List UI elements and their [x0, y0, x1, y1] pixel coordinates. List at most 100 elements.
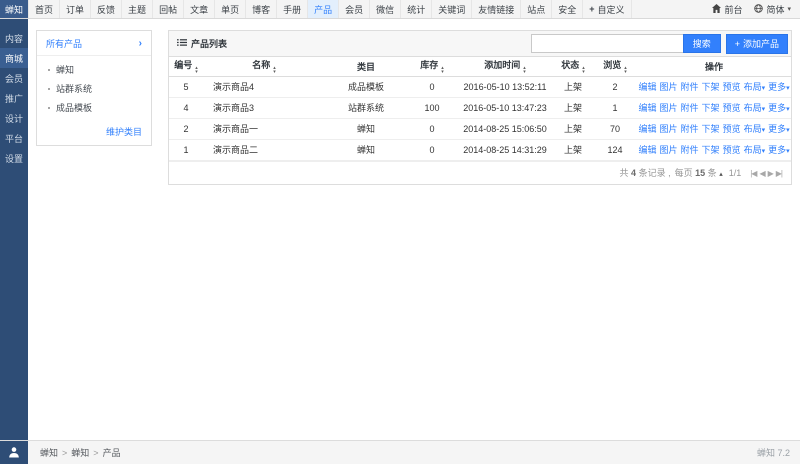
- edit-action-link[interactable]: 编辑: [639, 124, 657, 134]
- product-panel-title-text: 产品列表: [191, 37, 227, 50]
- bottom-bar: 蝉知>蝉知>产品 蝉知 7.2: [0, 440, 800, 464]
- maintain-category-link[interactable]: 维护类目: [106, 127, 142, 137]
- list-icon: [177, 38, 187, 49]
- language-switcher[interactable]: 简体 ▾: [754, 3, 791, 16]
- product-list-panel: 产品列表 搜索 + 添加产品 编号▴▾名称▴▾类目库存▴▾添加时间▴▾状态▴▾浏…: [168, 30, 792, 185]
- top-menu-item-custom[interactable]: +自定义: [583, 0, 631, 18]
- sort-icon: ▴▾: [523, 67, 526, 74]
- breadcrumb-item-2[interactable]: 产品: [103, 446, 121, 459]
- next-page-icon[interactable]: ▶: [768, 169, 773, 178]
- category-panel-header[interactable]: 所有产品 ›: [37, 31, 151, 56]
- breadcrumb-separator: >: [93, 448, 98, 458]
- more-action-link[interactable]: 更多▾: [768, 82, 790, 92]
- offline-action-link[interactable]: 下架: [702, 82, 720, 92]
- column-header-5[interactable]: 状态▴▾: [553, 57, 593, 76]
- file-action-link[interactable]: 附件: [681, 124, 699, 134]
- prev-page-icon[interactable]: ◀: [759, 169, 764, 178]
- front-site-link[interactable]: 前台: [712, 3, 742, 16]
- caret-down-icon: ▾: [786, 106, 790, 113]
- sidebar-item-3[interactable]: 推广: [0, 88, 28, 108]
- layout-action-link[interactable]: 布局▾: [744, 124, 766, 134]
- cell-0: 1: [169, 139, 203, 160]
- top-menu-item-0[interactable]: 首页: [28, 0, 60, 18]
- more-action-link[interactable]: 更多▾: [768, 124, 790, 134]
- sidebar-item-0[interactable]: 内容: [0, 28, 28, 48]
- topnav-right: 前台 简体 ▾: [712, 0, 800, 18]
- cell-1: 演示商品4: [203, 76, 325, 97]
- sidebar-item-5[interactable]: 平台: [0, 128, 28, 148]
- image-action-link[interactable]: 图片: [660, 145, 678, 155]
- file-action-link[interactable]: 附件: [681, 82, 699, 92]
- edit-action-link[interactable]: 编辑: [639, 103, 657, 113]
- image-action-link[interactable]: 图片: [660, 124, 678, 134]
- add-product-button[interactable]: + 添加产品: [726, 34, 788, 54]
- cell-5: 上架: [553, 118, 593, 139]
- top-menu-item-8[interactable]: 手册: [277, 0, 308, 18]
- layout-action-link[interactable]: 布局▾: [744, 103, 766, 113]
- column-header-3[interactable]: 库存▴▾: [407, 57, 457, 76]
- more-action-link[interactable]: 更多▾: [768, 145, 790, 155]
- top-menu-item-5[interactable]: 文章: [184, 0, 215, 18]
- caret-down-icon: ▾: [786, 127, 790, 134]
- sidebar-item-2[interactable]: 会员: [0, 68, 28, 88]
- top-menu-item-15[interactable]: 站点: [521, 0, 552, 18]
- sidebar-item-1[interactable]: 商城: [0, 48, 28, 68]
- top-menu-item-2[interactable]: 反馈: [91, 0, 122, 18]
- column-header-0[interactable]: 编号▴▾: [169, 57, 203, 76]
- top-menu-item-16[interactable]: 安全: [552, 0, 583, 18]
- preview-action-link[interactable]: 预览: [723, 124, 741, 134]
- layout-action-link[interactable]: 布局▾: [744, 82, 766, 92]
- column-header-4[interactable]: 添加时间▴▾: [457, 57, 553, 76]
- category-item-0[interactable]: 蝉知: [37, 60, 151, 79]
- sidebar-item-6[interactable]: 设置: [0, 148, 28, 168]
- offline-action-link[interactable]: 下架: [702, 145, 720, 155]
- more-action-link[interactable]: 更多▾: [768, 103, 790, 113]
- edit-action-link[interactable]: 编辑: [639, 145, 657, 155]
- image-action-link[interactable]: 图片: [660, 103, 678, 113]
- column-header-1[interactable]: 名称▴▾: [203, 57, 325, 76]
- search-input[interactable]: [531, 34, 683, 53]
- breadcrumb-item-0[interactable]: 蝉知: [40, 446, 58, 459]
- image-action-link[interactable]: 图片: [660, 82, 678, 92]
- cell-0: 4: [169, 97, 203, 118]
- search-button[interactable]: 搜索: [683, 34, 721, 53]
- cell-1: 演示商品3: [203, 97, 325, 118]
- per-page-dropdown[interactable]: 每页 15 条 ▴: [675, 166, 723, 179]
- top-menu-item-11[interactable]: 微信: [370, 0, 401, 18]
- top-menu-item-12[interactable]: 统计: [401, 0, 432, 18]
- column-header-6[interactable]: 浏览▴▾: [593, 57, 637, 76]
- first-page-icon[interactable]: |◀: [750, 169, 756, 178]
- preview-action-link[interactable]: 预览: [723, 103, 741, 113]
- preview-action-link[interactable]: 预览: [723, 82, 741, 92]
- top-menu-item-7[interactable]: 博客: [246, 0, 277, 18]
- offline-action-link[interactable]: 下架: [702, 103, 720, 113]
- top-menu-item-6[interactable]: 单页: [215, 0, 246, 18]
- breadcrumb-item-1[interactable]: 蝉知: [71, 446, 89, 459]
- layout-action-link[interactable]: 布局▾: [744, 145, 766, 155]
- edit-action-link[interactable]: 编辑: [639, 82, 657, 92]
- top-menu-item-4[interactable]: 回帖: [153, 0, 184, 18]
- top-menu-item-9[interactable]: 产品: [308, 0, 339, 18]
- top-menu-item-10[interactable]: 会员: [339, 0, 370, 18]
- sort-down-icon: ▾: [523, 71, 526, 75]
- category-item-1[interactable]: 站群系统: [37, 79, 151, 98]
- category-item-2[interactable]: 成品模板: [37, 98, 151, 117]
- page-indicator: 1/1: [729, 168, 742, 178]
- category-item-label: 蝉知: [56, 63, 74, 76]
- top-menu-item-1[interactable]: 订单: [60, 0, 91, 18]
- file-action-link[interactable]: 附件: [681, 145, 699, 155]
- top-menu-item-14[interactable]: 友情链接: [472, 0, 521, 18]
- user-avatar[interactable]: [0, 441, 28, 464]
- language-label: 简体: [766, 3, 784, 16]
- cell-2: 成品模板: [325, 76, 407, 97]
- file-action-link[interactable]: 附件: [681, 103, 699, 113]
- top-menu-item-3[interactable]: 主题: [122, 0, 153, 18]
- preview-action-link[interactable]: 预览: [723, 145, 741, 155]
- offline-action-link[interactable]: 下架: [702, 124, 720, 134]
- cell-2: 站群系统: [325, 97, 407, 118]
- brand-logo[interactable]: 蝉知: [0, 0, 28, 18]
- sidebar-item-4[interactable]: 设计: [0, 108, 28, 128]
- cell-6: 2: [593, 76, 637, 97]
- top-menu-item-13[interactable]: 关键词: [432, 0, 472, 18]
- last-page-icon[interactable]: ▶|: [776, 169, 782, 178]
